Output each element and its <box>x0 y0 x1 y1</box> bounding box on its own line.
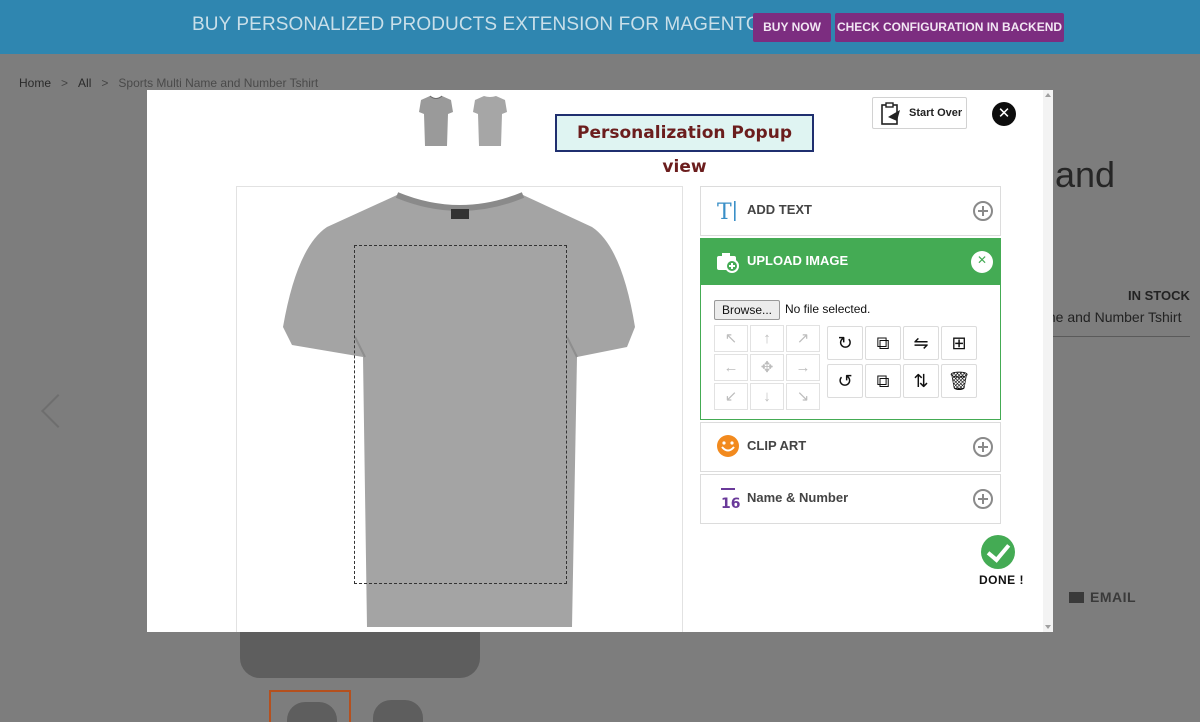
done-label[interactable]: DONE ! <box>979 573 1024 587</box>
name-number-section[interactable]: 16 Name & Number <box>700 474 1001 524</box>
bring-forward-icon[interactable]: ⧉ <box>865 326 901 360</box>
add-text-section[interactable]: T ADD TEXT <box>700 186 1001 236</box>
breadcrumb-separator: > <box>101 76 109 90</box>
promo-banner: BUY PERSONALIZED PRODUCTS EXTENSION FOR … <box>0 0 1200 54</box>
expand-icon[interactable] <box>973 437 993 457</box>
camera-icon <box>717 253 739 273</box>
envelope-icon <box>1069 592 1084 603</box>
start-over-label: Start Over <box>909 107 963 119</box>
expand-icon[interactable] <box>973 201 993 221</box>
move-up-right-button[interactable]: ↗ <box>786 325 820 352</box>
name-number-label: Name & Number <box>747 490 849 505</box>
svg-text:T: T <box>717 200 732 223</box>
reset-clipboard-icon <box>881 102 900 125</box>
flip-vertical-icon[interactable]: ⇅ <box>903 364 939 398</box>
upload-image-label: UPLOAD IMAGE <box>747 253 849 268</box>
move-down-left-button[interactable]: ↙ <box>714 383 748 410</box>
svg-text:16: 16 <box>721 496 740 511</box>
email-link[interactable]: EMAIL <box>1069 589 1136 605</box>
move-up-left-button[interactable]: ↖ <box>714 325 748 352</box>
start-over-button[interactable]: Start Over <box>872 97 967 129</box>
gallery-prev-icon[interactable] <box>41 394 75 428</box>
add-layer-icon[interactable]: ⊞ <box>941 326 977 360</box>
add-text-label: ADD TEXT <box>747 202 812 217</box>
close-icon[interactable]: ✕ <box>992 102 1016 126</box>
design-canvas[interactable] <box>236 186 683 632</box>
gallery-thumbnail-front[interactable] <box>269 690 351 722</box>
move-down-button[interactable]: ↓ <box>750 383 784 410</box>
jersey-number-icon: 16 <box>721 488 740 511</box>
flip-horizontal-icon[interactable]: ⇋ <box>903 326 939 360</box>
breadcrumb: Home > All > Sports Multi Name and Number Ts… <box>19 76 318 90</box>
center-button[interactable]: ✥ <box>750 354 784 381</box>
modal-scrollbar[interactable] <box>1043 90 1053 632</box>
browse-button[interactable]: Browse... <box>714 300 780 320</box>
scroll-down-icon[interactable] <box>1045 625 1051 629</box>
file-status: No file selected. <box>785 302 871 316</box>
upload-image-section: UPLOAD IMAGE Browse... No file selected.… <box>700 238 1001 420</box>
personalization-modal: Personalization Popup view Start Over ✕ … <box>147 90 1053 632</box>
breadcrumb-separator: > <box>61 76 69 90</box>
done-check-icon[interactable] <box>981 535 1015 569</box>
clip-art-section[interactable]: CLIP ART <box>700 422 1001 472</box>
product-name-fragment: me and Number Tshirt <box>1044 309 1182 325</box>
promo-text: BUY PERSONALIZED PRODUCTS EXTENSION FOR … <box>192 14 824 35</box>
product-title-fragment: and <box>1055 154 1116 195</box>
front-view-thumbnail[interactable] <box>418 94 454 148</box>
printable-area[interactable] <box>354 245 567 584</box>
email-label: EMAIL <box>1090 589 1137 605</box>
popup-view-label: Personalization Popup view <box>555 114 814 177</box>
gallery-thumbnail-back[interactable] <box>357 690 439 722</box>
tshirt-thumbnail-icon <box>287 702 337 722</box>
check-configuration-button[interactable]: CHECK CONFIGURATION IN BACKEND <box>835 13 1064 42</box>
back-view-thumbnail[interactable] <box>472 94 508 148</box>
move-left-button[interactable]: ← <box>714 354 748 381</box>
breadcrumb-all[interactable]: All <box>78 76 91 90</box>
smiley-icon <box>717 435 739 457</box>
move-right-button[interactable]: → <box>786 354 820 381</box>
move-up-button[interactable]: ↑ <box>750 325 784 352</box>
product-image-bottom <box>240 632 480 678</box>
buy-now-button[interactable]: BUY NOW <box>753 13 831 42</box>
move-pad: ↖ ↑ ↗ ← ✥ → ↙ ↓ ↘ <box>714 325 823 411</box>
rotate-counterclockwise-icon[interactable]: ↺ <box>827 364 863 398</box>
rotate-clockwise-icon[interactable]: ↻ <box>827 326 863 360</box>
divider <box>1044 336 1190 337</box>
upload-image-header[interactable]: UPLOAD IMAGE <box>701 239 1000 285</box>
clip-art-label: CLIP ART <box>747 438 807 453</box>
move-down-right-button[interactable]: ↘ <box>786 383 820 410</box>
send-backward-icon[interactable]: ⧉ <box>865 364 901 398</box>
tshirt-thumbnail-icon <box>373 700 423 722</box>
expand-icon[interactable] <box>973 489 993 509</box>
delete-icon[interactable]: 🗑 <box>941 364 977 398</box>
breadcrumb-current: Sports Multi Name and Number Tshirt <box>118 76 319 90</box>
stock-status: IN STOCK <box>1128 288 1190 303</box>
scroll-up-icon[interactable] <box>1045 93 1051 97</box>
text-icon: T <box>717 200 736 223</box>
collapse-icon[interactable] <box>971 251 993 273</box>
breadcrumb-home[interactable]: Home <box>19 76 51 90</box>
